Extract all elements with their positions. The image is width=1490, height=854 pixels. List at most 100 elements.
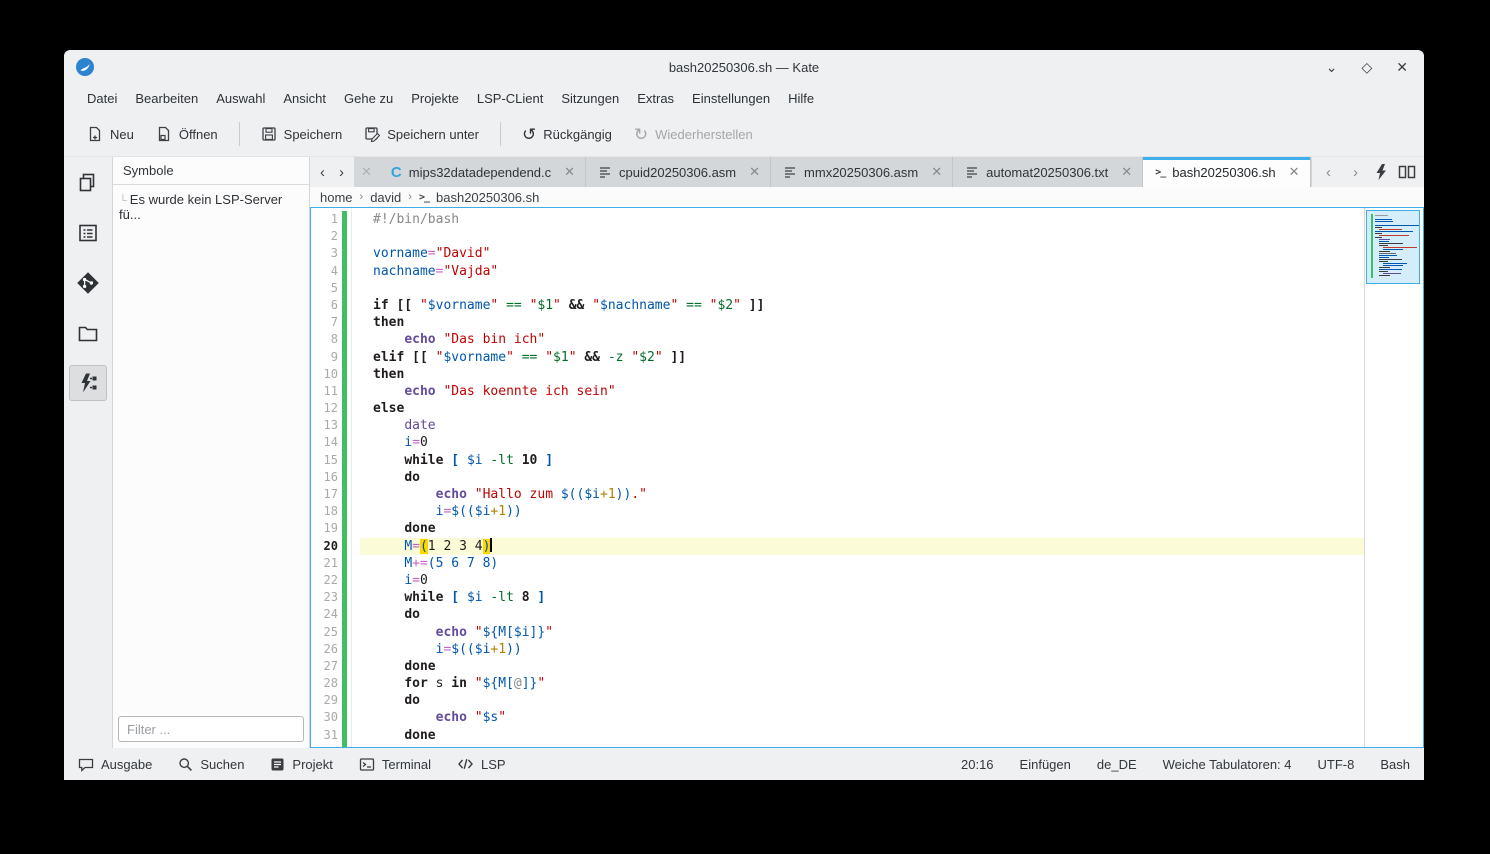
symbols-toolview-button[interactable] <box>69 365 107 401</box>
titlebar[interactable]: bash20250306.sh — Kate ⌄ ◇ ✕ <box>64 50 1424 84</box>
minimap-line <box>1383 273 1401 274</box>
code-line[interactable]: 15 while [ $i -lt 10 ] <box>311 452 1365 469</box>
save-as-button[interactable]: Speichern unter <box>355 120 488 148</box>
statusbar-panel-suchen[interactable]: Suchen <box>178 757 244 772</box>
statusbar-panel-projekt[interactable]: Projekt <box>270 757 332 772</box>
list-details-icon <box>77 222 99 244</box>
code-line[interactable]: 18 i=$(($i+1)) <box>311 503 1365 520</box>
code-line[interactable]: 27 done <box>311 658 1365 675</box>
tab-close-icon[interactable]: ✕ <box>1289 164 1300 180</box>
redo-button[interactable]: ↻ Wiederherstellen <box>625 120 762 149</box>
code-line[interactable]: 9elif [[ "$vorname" == "$1" && -z "$2" ]… <box>311 349 1365 366</box>
quick-open-icon[interactable] <box>1374 164 1388 180</box>
encoding[interactable]: UTF-8 <box>1318 757 1355 772</box>
code-line[interactable]: 22 i=0 <box>311 572 1365 589</box>
new-button[interactable]: Neu <box>78 120 143 148</box>
statusbar-panel-ausgabe[interactable]: Ausgabe <box>78 757 152 772</box>
code-line[interactable]: 7then <box>311 314 1365 331</box>
code-line[interactable]: 23 while [ $i -lt 8 ] <box>311 589 1365 606</box>
menu-item-sitzungen[interactable]: Sitzungen <box>552 87 628 110</box>
code-line[interactable]: 19 done <box>311 520 1365 537</box>
code-line[interactable]: 28 for s in "${M[@]}" <box>311 675 1365 692</box>
undo-button[interactable]: ↺ Rückgängig <box>513 120 621 149</box>
documents-toolview-button[interactable] <box>69 165 107 201</box>
tab-mmx20250306.asm[interactable]: mmx20250306.asm✕ <box>771 157 953 187</box>
code-text: echo "${M[$i]}" <box>360 624 1365 641</box>
minimap-scrollbar[interactable] <box>1364 208 1423 747</box>
tab-automat20250306.txt[interactable]: automat20250306.txt✕ <box>953 157 1143 187</box>
tabs-scroll-left-icon[interactable]: ‹ <box>314 165 331 180</box>
menu-item-gehe-zu[interactable]: Gehe zu <box>335 87 402 110</box>
menu-item-einstellungen[interactable]: Einstellungen <box>683 87 779 110</box>
code-line[interactable]: 2 <box>311 228 1365 245</box>
minimap-viewport[interactable] <box>1366 210 1420 284</box>
tab-close-icon[interactable]: ✕ <box>931 164 942 180</box>
symbols-panel-title: Symbole <box>113 157 309 185</box>
code-line[interactable]: 25 echo "${M[$i]}" <box>311 624 1365 641</box>
split-view-icon[interactable] <box>1398 164 1416 180</box>
menu-item-lsp-client[interactable]: LSP-CLient <box>468 87 552 110</box>
symbols-panel: Symbole └Es wurde kein LSP-Server fü... <box>112 157 310 748</box>
code-line[interactable]: 31 done <box>311 727 1365 744</box>
view-history-forward-icon[interactable]: › <box>1347 165 1364 180</box>
menu-item-ansicht[interactable]: Ansicht <box>274 87 335 110</box>
code-line[interactable]: 13 date <box>311 417 1365 434</box>
menu-item-auswahl[interactable]: Auswahl <box>207 87 274 110</box>
code-line[interactable]: 10then <box>311 366 1365 383</box>
cursor-position[interactable]: 20:16 <box>961 757 994 772</box>
filesystem-toolview-button[interactable] <box>69 215 107 251</box>
git-toolview-button[interactable] <box>69 265 107 301</box>
tab-bash20250306.sh[interactable]: >_bash20250306.sh✕ <box>1143 157 1310 187</box>
breadcrumb-file[interactable]: bash20250306.sh <box>436 190 539 205</box>
tab-close-icon[interactable]: ✕ <box>749 164 760 180</box>
tabs-scroll-right-icon[interactable]: › <box>333 165 350 180</box>
code-line[interactable]: 8 echo "Das bin ich" <box>311 331 1365 348</box>
statusbar-panel-lsp[interactable]: LSP <box>457 757 506 772</box>
tab-cpuid20250306.asm[interactable]: cpuid20250306.asm✕ <box>586 157 771 187</box>
dictionary[interactable]: de_DE <box>1097 757 1137 772</box>
code-line[interactable]: 20 M=(1 2 3 4) <box>311 538 1365 555</box>
open-button[interactable]: Öffnen <box>147 120 227 148</box>
code-line[interactable]: 11 echo "Das koennte ich sein" <box>311 383 1365 400</box>
minimap-line <box>1379 257 1389 258</box>
tab-close-icon[interactable]: ✕ <box>564 164 575 180</box>
minimap-line <box>1379 261 1388 262</box>
minimap-line <box>1375 219 1392 220</box>
projects-toolview-button[interactable] <box>69 315 107 351</box>
tab-mips32datadependend.c[interactable]: Cmips32datadependend.c✕ <box>379 157 586 187</box>
code-line[interactable]: 21 M+=(5 6 7 8) <box>311 555 1365 572</box>
symbols-tree[interactable]: └Es wurde kein LSP-Server fü... <box>113 185 309 712</box>
code-line[interactable]: 30 echo "$s" <box>311 709 1365 726</box>
code-line[interactable]: 16 do <box>311 469 1365 486</box>
breadcrumb-dir-home[interactable]: home <box>320 190 353 205</box>
code-line[interactable]: 26 i=$(($i+1)) <box>311 641 1365 658</box>
code-line[interactable]: 29 do <box>311 692 1365 709</box>
statusbar-panel-terminal[interactable]: Terminal <box>359 757 431 772</box>
code-line[interactable]: 17 echo "Hallo zum $(($i+1))." <box>311 486 1365 503</box>
minimap-line <box>1383 265 1403 266</box>
editor-view[interactable]: 1#!/bin/bash23vorname="David"4nachname="… <box>310 207 1424 748</box>
code-line[interactable]: 4nachname="Vajda" <box>311 263 1365 280</box>
code-line[interactable]: 5 <box>311 280 1365 297</box>
code-line[interactable]: 1#!/bin/bash <box>311 211 1365 228</box>
tab-mode[interactable]: Weiche Tabulatoren: 4 <box>1163 757 1292 772</box>
code-line[interactable]: 14 i=0 <box>311 434 1365 451</box>
menu-item-extras[interactable]: Extras <box>628 87 683 110</box>
save-button[interactable]: Speichern <box>252 120 352 148</box>
menu-item-hilfe[interactable]: Hilfe <box>779 87 823 110</box>
syntax-mode[interactable]: Bash <box>1380 757 1410 772</box>
menu-item-bearbeiten[interactable]: Bearbeiten <box>126 87 207 110</box>
tab-close-icon[interactable]: ✕ <box>1121 164 1132 180</box>
line-number: 15 <box>311 452 338 469</box>
code-line[interactable]: 6if [[ "$vorname" == "$1" && "$nachname"… <box>311 297 1365 314</box>
insert-mode[interactable]: Einfügen <box>1020 757 1071 772</box>
menu-item-projekte[interactable]: Projekte <box>402 87 468 110</box>
code-line[interactable]: 12else <box>311 400 1365 417</box>
symbols-filter-input[interactable] <box>118 716 304 742</box>
view-history-back-icon[interactable]: ‹ <box>1320 165 1337 180</box>
code-line[interactable]: 24 do <box>311 606 1365 623</box>
menu-item-datei[interactable]: Datei <box>78 87 126 110</box>
code-line[interactable]: 3vorname="David" <box>311 245 1365 262</box>
scrolled-tab-close-icon[interactable]: ✕ <box>354 164 379 180</box>
breadcrumb-dir-david[interactable]: david <box>370 190 401 205</box>
